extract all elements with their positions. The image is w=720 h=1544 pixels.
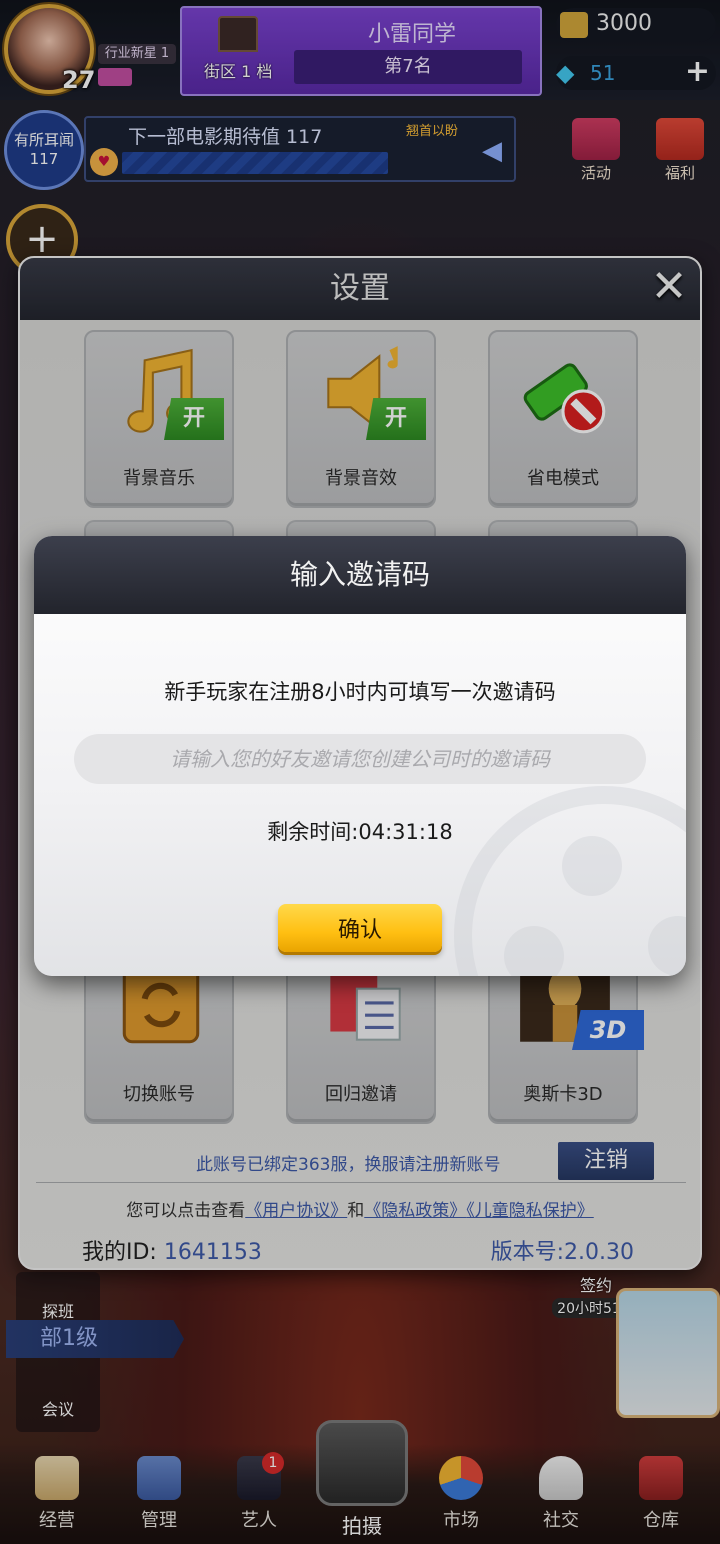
confirm-button[interactable]: 确认	[278, 904, 442, 952]
invite-code-dialog: 输入邀请码 新手玩家在注册8小时内可填写一次邀请码 剩余时间:04:31:18 …	[34, 536, 686, 976]
remaining-time: 剩余时间:04:31:18	[267, 820, 453, 844]
invite-title: 输入邀请码	[289, 558, 430, 591]
invite-header: 输入邀请码	[34, 536, 686, 614]
invite-description: 新手玩家在注册8小时内可填写一次邀请码	[164, 680, 556, 704]
invite-code-input[interactable]	[74, 734, 646, 784]
